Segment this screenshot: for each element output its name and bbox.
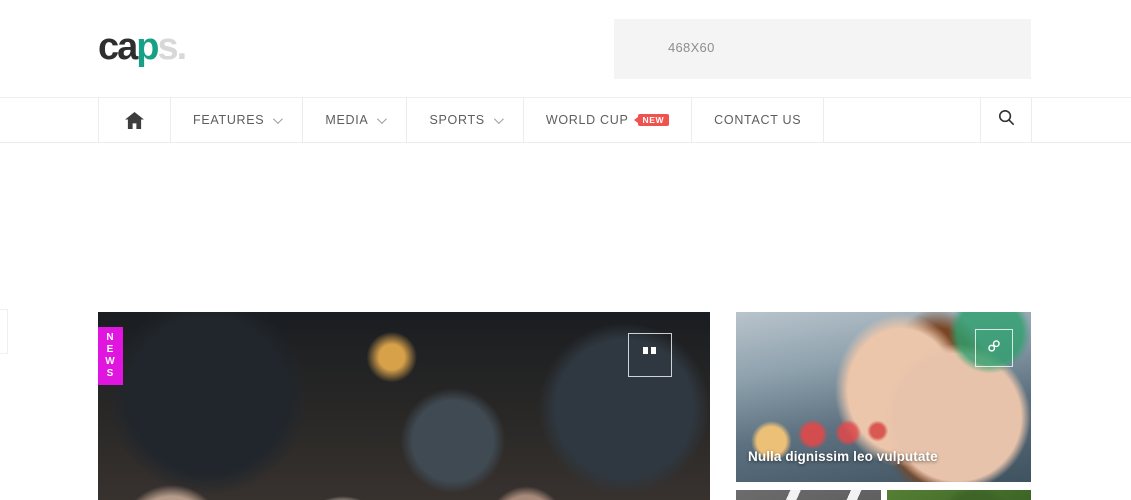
nav-item-world-cup[interactable]: WORLD CUP NEW	[522, 98, 691, 142]
nav-label-media: MEDIA	[325, 113, 369, 127]
home-icon	[125, 111, 144, 129]
featured-category-badge[interactable]: NEWS	[98, 327, 123, 385]
featured-main-image	[98, 312, 710, 500]
offscreen-widget-box	[0, 309, 8, 354]
side-top-format-icon-button[interactable]	[975, 329, 1013, 367]
nav-label-sports: SPORTS	[429, 113, 485, 127]
small-2-image	[887, 490, 1031, 500]
featured-post-main[interactable]: NEWS Hello world!	[98, 312, 710, 500]
logo-part-accent: p	[136, 26, 159, 68]
logo-part-dark: ca	[98, 26, 138, 68]
nav-item-features[interactable]: FEATURES	[170, 98, 302, 142]
site-logo[interactable]: caps.	[98, 26, 188, 68]
featured-post-small-1[interactable]: Nice car !!	[736, 490, 881, 500]
nav-item-sports[interactable]: SPORTS	[406, 98, 522, 142]
featured-format-icon-button[interactable]	[628, 333, 672, 377]
chevron-down-icon	[273, 113, 284, 124]
search-icon	[998, 109, 1015, 131]
featured-category-label: NEWS	[105, 332, 116, 379]
nav-item-home[interactable]	[98, 98, 170, 142]
chevron-down-icon	[377, 113, 388, 124]
logo-part-light: s.	[157, 26, 188, 68]
nav-label-world-cup: WORLD CUP	[545, 113, 629, 127]
featured-post-small-2[interactable]: Save nature	[887, 490, 1031, 500]
nav-tail-spacer	[1032, 98, 1131, 142]
site-header: caps. 468X60	[0, 0, 1131, 98]
nav-badge-new: NEW	[633, 113, 670, 127]
ad-banner-label: 468X60	[668, 40, 715, 55]
featured-grid: NEWS Hello world!	[0, 143, 1131, 500]
side-top-title[interactable]: Nulla dignissim leo vulputate	[748, 449, 938, 464]
featured-post-side-top[interactable]: Nulla dignissim leo vulputate	[736, 312, 1031, 482]
small-1-image	[736, 490, 881, 500]
main-navigation: FEATURES MEDIA SPORTS WORLD CUP NEW CONT…	[0, 98, 1131, 143]
page-root: caps. 468X60 FEATURES MEDIA SPORTS WORLD…	[0, 0, 1131, 500]
nav-label-features: FEATURES	[193, 113, 265, 127]
quote-icon	[642, 346, 658, 364]
nav-spacer	[823, 98, 980, 142]
nav-search-button[interactable]	[980, 98, 1032, 142]
nav-label-contact-us: CONTACT US	[714, 113, 802, 127]
link-icon	[986, 338, 1002, 359]
nav-item-media[interactable]: MEDIA	[302, 98, 406, 142]
chevron-down-icon	[493, 113, 504, 124]
ad-banner[interactable]: 468X60	[614, 19, 1031, 79]
nav-item-contact-us[interactable]: CONTACT US	[691, 98, 823, 142]
